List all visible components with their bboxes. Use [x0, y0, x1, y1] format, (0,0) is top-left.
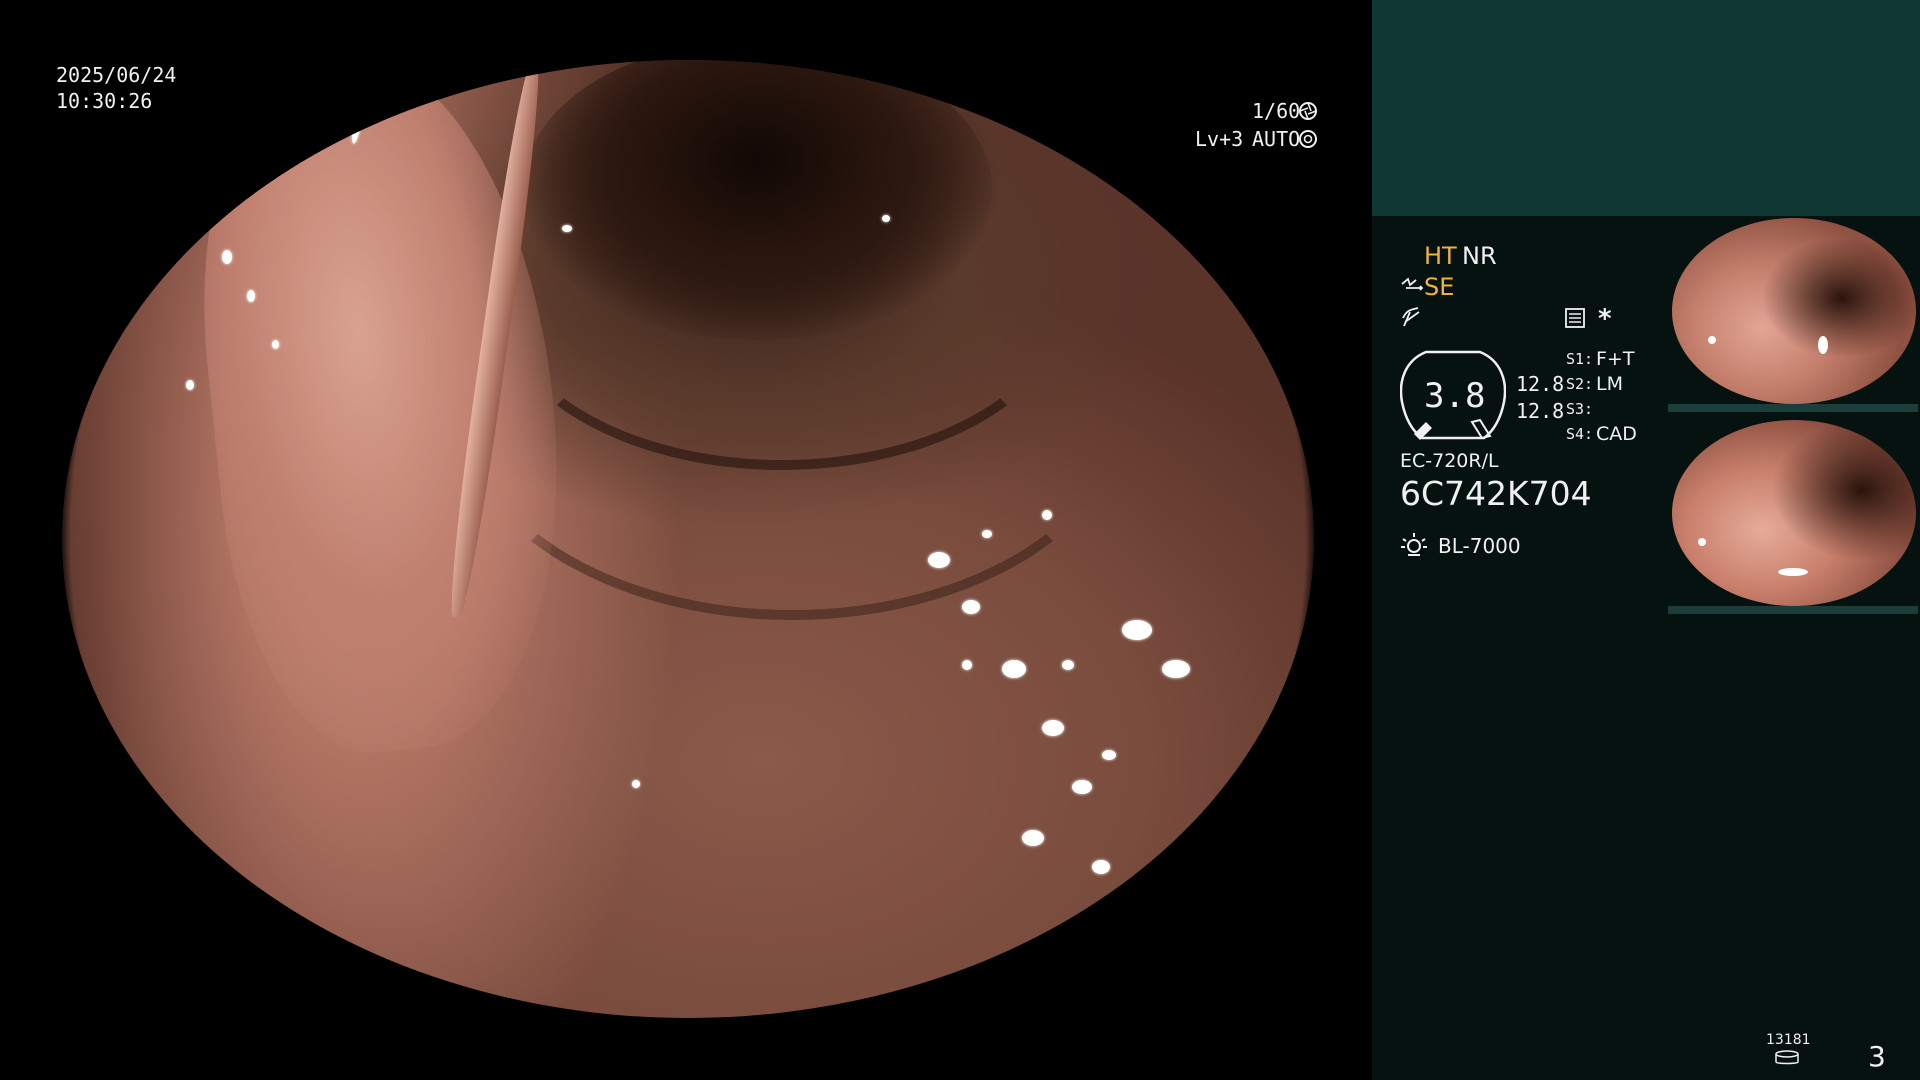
light-source-icon [1401, 533, 1427, 556]
scale-bottom: 12.8 [1516, 399, 1565, 423]
switch-s1-value: F+T [1596, 348, 1635, 370]
switch-s4-value: CAD [1596, 423, 1637, 445]
switch-s3-key: S3: [1566, 400, 1594, 418]
shutter-icon [1299, 102, 1317, 120]
shutter-speed: 1/60 [1252, 99, 1301, 123]
scale-top: 12.8 [1516, 372, 1565, 396]
scope-serial: 6C742K704 [1400, 474, 1592, 513]
exam-time: 10:30:26 [56, 89, 153, 113]
switch-s2-value: LM [1596, 373, 1623, 395]
endoscope-image [62, 60, 1314, 1018]
ht-indicator: HT [1424, 242, 1457, 270]
thumbnail-status-bar [1668, 606, 1918, 614]
record-settings-icon [1565, 308, 1585, 328]
freeze-icon [1402, 307, 1420, 327]
captured-thumbnail-2[interactable] [1668, 418, 1918, 614]
thumbnail-status-bar [1668, 404, 1918, 412]
image-count: 3 [1868, 1040, 1886, 1073]
storage-disk-icon [1775, 1050, 1799, 1065]
iris-icon [1299, 130, 1317, 148]
zoom-value: 3.8 [1424, 376, 1486, 416]
se-indicator: SE [1424, 273, 1455, 301]
panel-header-block [1372, 0, 1920, 216]
storage-count: 13181 [1766, 1032, 1811, 1048]
switch-s2-key: S2: [1566, 375, 1594, 393]
thumbnail-image [1672, 420, 1916, 606]
switch-s1-key: S1: [1566, 350, 1594, 368]
thumbnail-image [1672, 218, 1916, 404]
asterisk-indicator: * [1598, 304, 1612, 334]
light-source-model: BL-7000 [1438, 534, 1521, 558]
iris-mode: AUTO [1252, 127, 1301, 151]
endoscopy-screen: 2025/06/24 10:30:26 1/60 Lv+3 AUTO HT NR… [0, 0, 1920, 1080]
structure-enhance-icon [1401, 277, 1424, 291]
exam-date: 2025/06/24 [56, 63, 177, 87]
iris-level: Lv+3 [1195, 127, 1244, 151]
scope-model: EC-720R/L [1400, 450, 1499, 472]
captured-thumbnail-1[interactable] [1668, 216, 1918, 412]
info-panel: HT NR SE * 3.8 12.8 12.8 S1: F+T S2: LM … [1372, 0, 1920, 1080]
nr-indicator: NR [1462, 242, 1497, 270]
endoscope-video-view: 2025/06/24 10:30:26 1/60 Lv+3 AUTO [0, 0, 1372, 1080]
switch-s4-key: S4: [1566, 425, 1594, 443]
